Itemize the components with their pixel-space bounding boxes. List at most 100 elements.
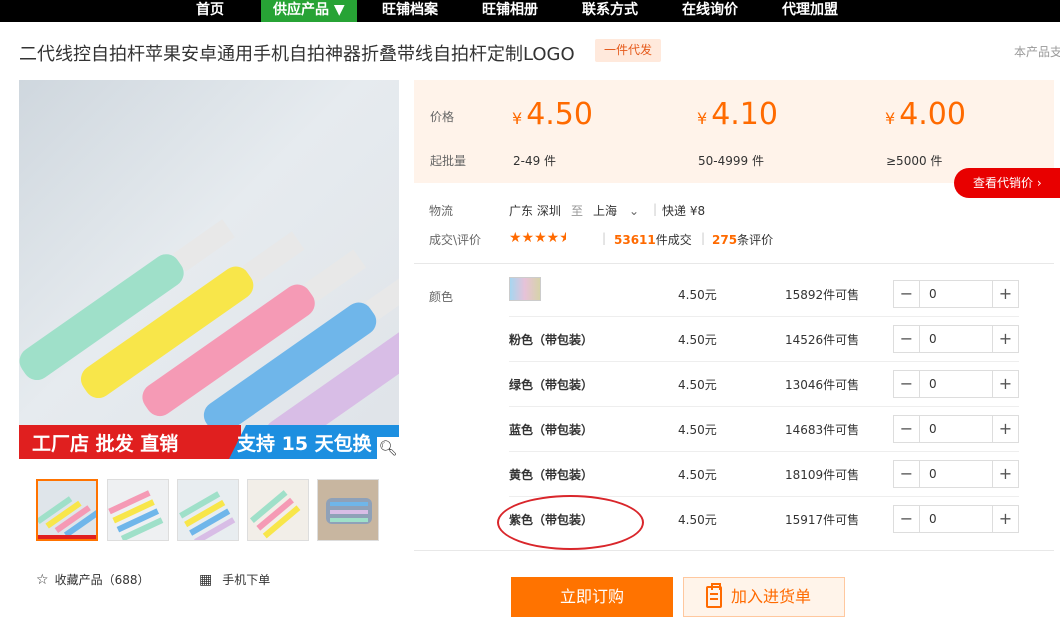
- quantity-stepper: − +: [893, 460, 1019, 488]
- dropship-tag: 一件代发: [595, 39, 662, 62]
- quantity-input[interactable]: [921, 281, 991, 307]
- sku-row: 黄色（带包装） 4.50元 18109件可售 − +: [509, 452, 1019, 497]
- sku-price: 4.50元: [678, 468, 717, 482]
- quantity-stepper: − +: [893, 415, 1019, 443]
- reviews-label: 成交\评价: [429, 233, 482, 247]
- thumbnail-4[interactable]: [247, 479, 309, 541]
- price-tier-2: ¥4.10: [697, 97, 778, 132]
- sku-price: 4.50元: [678, 513, 717, 527]
- quantity-stepper: − +: [893, 505, 1019, 533]
- quantity-stepper: − +: [893, 280, 1019, 308]
- sku-stock: 18109件可售: [785, 468, 860, 482]
- rating-stars: ★★★★★: [509, 230, 567, 246]
- deals-word: 件成交: [655, 233, 692, 247]
- review-count: 275: [712, 233, 738, 247]
- minus-icon[interactable]: −: [894, 281, 920, 307]
- nav-contact[interactable]: 联系方式: [582, 0, 638, 22]
- price-tier-1: ¥4.50: [512, 97, 593, 132]
- nav-inquiry[interactable]: 在线询价: [682, 0, 738, 22]
- plus-icon[interactable]: +: [992, 281, 1018, 307]
- add-to-cart-label: 加入进货单: [731, 587, 812, 606]
- thumbnail-3[interactable]: [177, 479, 239, 541]
- sku-stock: 13046件可售: [785, 378, 860, 392]
- nav-album[interactable]: 旺铺相册: [482, 0, 538, 22]
- favorite-link[interactable]: ☆ 收藏产品（688）: [36, 571, 149, 588]
- moq-label: 起批量: [430, 154, 467, 168]
- favorite-label: 收藏产品（688）: [54, 573, 150, 587]
- quantity-input[interactable]: [921, 461, 991, 487]
- buy-now-button[interactable]: 立即订购: [511, 577, 673, 617]
- minus-icon[interactable]: −: [894, 461, 920, 487]
- sku-price: 4.50元: [678, 378, 717, 392]
- price-tier-3: ¥4.00: [885, 97, 966, 132]
- star-outline-icon: ☆: [36, 572, 49, 588]
- logistics-to: 上海: [593, 204, 618, 218]
- plus-icon[interactable]: +: [992, 371, 1018, 397]
- sku-row: 4.50元 15892件可售 − +: [509, 272, 1019, 317]
- view-agent-price-button[interactable]: 查看代销价 ›: [954, 168, 1060, 198]
- review-word: 条评价: [737, 233, 774, 247]
- deals-summary[interactable]: 53611件成交: [614, 231, 692, 248]
- logistics-label: 物流: [429, 204, 454, 218]
- quantity-input[interactable]: [921, 371, 991, 397]
- minus-icon[interactable]: −: [894, 416, 920, 442]
- sku-row: 绿色（带包装） 4.50元 13046件可售 − +: [509, 362, 1019, 407]
- plus-icon[interactable]: +: [992, 416, 1018, 442]
- nav-agent[interactable]: 代理加盟: [782, 0, 838, 22]
- divider: [414, 550, 1054, 551]
- minus-icon[interactable]: −: [894, 506, 920, 532]
- range-tier-3: ≥5000 件: [886, 154, 943, 168]
- reviews-summary[interactable]: 275条评价: [712, 231, 773, 248]
- logistics-to-word: 至: [571, 204, 584, 218]
- price-label: 价格: [430, 110, 455, 124]
- sku-name: 黄色（带包装）: [509, 468, 594, 482]
- color-label: 颜色: [429, 290, 454, 304]
- separator: |: [701, 231, 706, 245]
- banner-left-text: 工厂店 批发 直销: [32, 433, 179, 455]
- mobile-order-link[interactable]: ▦ 手机下单: [199, 571, 270, 588]
- quantity-stepper: − +: [893, 325, 1019, 353]
- plus-icon[interactable]: +: [992, 506, 1018, 532]
- thumbnail-1[interactable]: [36, 479, 98, 541]
- nav-shop-profile[interactable]: 旺铺档案: [382, 0, 438, 22]
- express-fee: 快递 ¥8: [662, 204, 706, 218]
- qrcode-icon: ▦: [199, 572, 213, 588]
- sku-name: 蓝色（带包装）: [509, 423, 594, 437]
- add-to-cart-button[interactable]: 加入进货单: [683, 577, 845, 617]
- nav-home[interactable]: 首页: [196, 0, 224, 22]
- side-note: 本产品支: [1014, 45, 1060, 59]
- logistics-from: 广东 深圳: [509, 204, 561, 218]
- chevron-down-icon: ⌄: [629, 204, 640, 218]
- top-nav: 首页 供应产品 ▼ 旺铺档案 旺铺相册 联系方式 在线询价 代理加盟: [0, 0, 1060, 22]
- quantity-input[interactable]: [921, 506, 991, 532]
- sku-name: 粉色（带包装）: [509, 333, 594, 347]
- quantity-stepper: − +: [893, 370, 1019, 398]
- minus-icon[interactable]: −: [894, 371, 920, 397]
- price-box: 价格 起批量 ¥4.50 ¥4.10 ¥4.00 2-49 件 50-4999 …: [414, 80, 1054, 183]
- sku-thumbnail[interactable]: [509, 277, 541, 301]
- clipboard-icon: [706, 583, 722, 608]
- range-tier-1: 2-49 件: [513, 154, 557, 168]
- sku-price: 4.50元: [678, 333, 717, 347]
- minus-icon[interactable]: −: [894, 326, 920, 352]
- sku-stock: 14526件可售: [785, 333, 860, 347]
- logistics-to-select[interactable]: 上海 ⌄: [593, 202, 639, 219]
- separator: |: [653, 202, 658, 216]
- product-illustration: [19, 219, 399, 453]
- sku-stock: 15892件可售: [785, 288, 860, 302]
- nav-products[interactable]: 供应产品 ▼: [261, 0, 357, 22]
- promo-banner: 工厂店 批发 直销 支持 15 天包换: [19, 425, 399, 459]
- thumbnail-5[interactable]: [317, 479, 379, 541]
- quantity-input[interactable]: [921, 416, 991, 442]
- quantity-input[interactable]: [921, 326, 991, 352]
- sku-row: 粉色（带包装） 4.50元 14526件可售 − +: [509, 317, 1019, 362]
- zoom-icon[interactable]: 🔍︎: [377, 437, 399, 459]
- main-product-image[interactable]: 工厂店 批发 直销 支持 15 天包换 🔍︎: [19, 80, 399, 459]
- thumbnail-2[interactable]: [107, 479, 169, 541]
- plus-icon[interactable]: +: [992, 326, 1018, 352]
- sku-row: 蓝色（带包装） 4.50元 14683件可售 − +: [509, 407, 1019, 452]
- mobile-order-label: 手机下单: [222, 573, 271, 587]
- product-title: 二代线控自拍杆苹果安卓通用手机自拍神器折叠带线自拍杆定制LOGO: [19, 44, 575, 65]
- highlight-circle: [497, 495, 644, 550]
- plus-icon[interactable]: +: [992, 461, 1018, 487]
